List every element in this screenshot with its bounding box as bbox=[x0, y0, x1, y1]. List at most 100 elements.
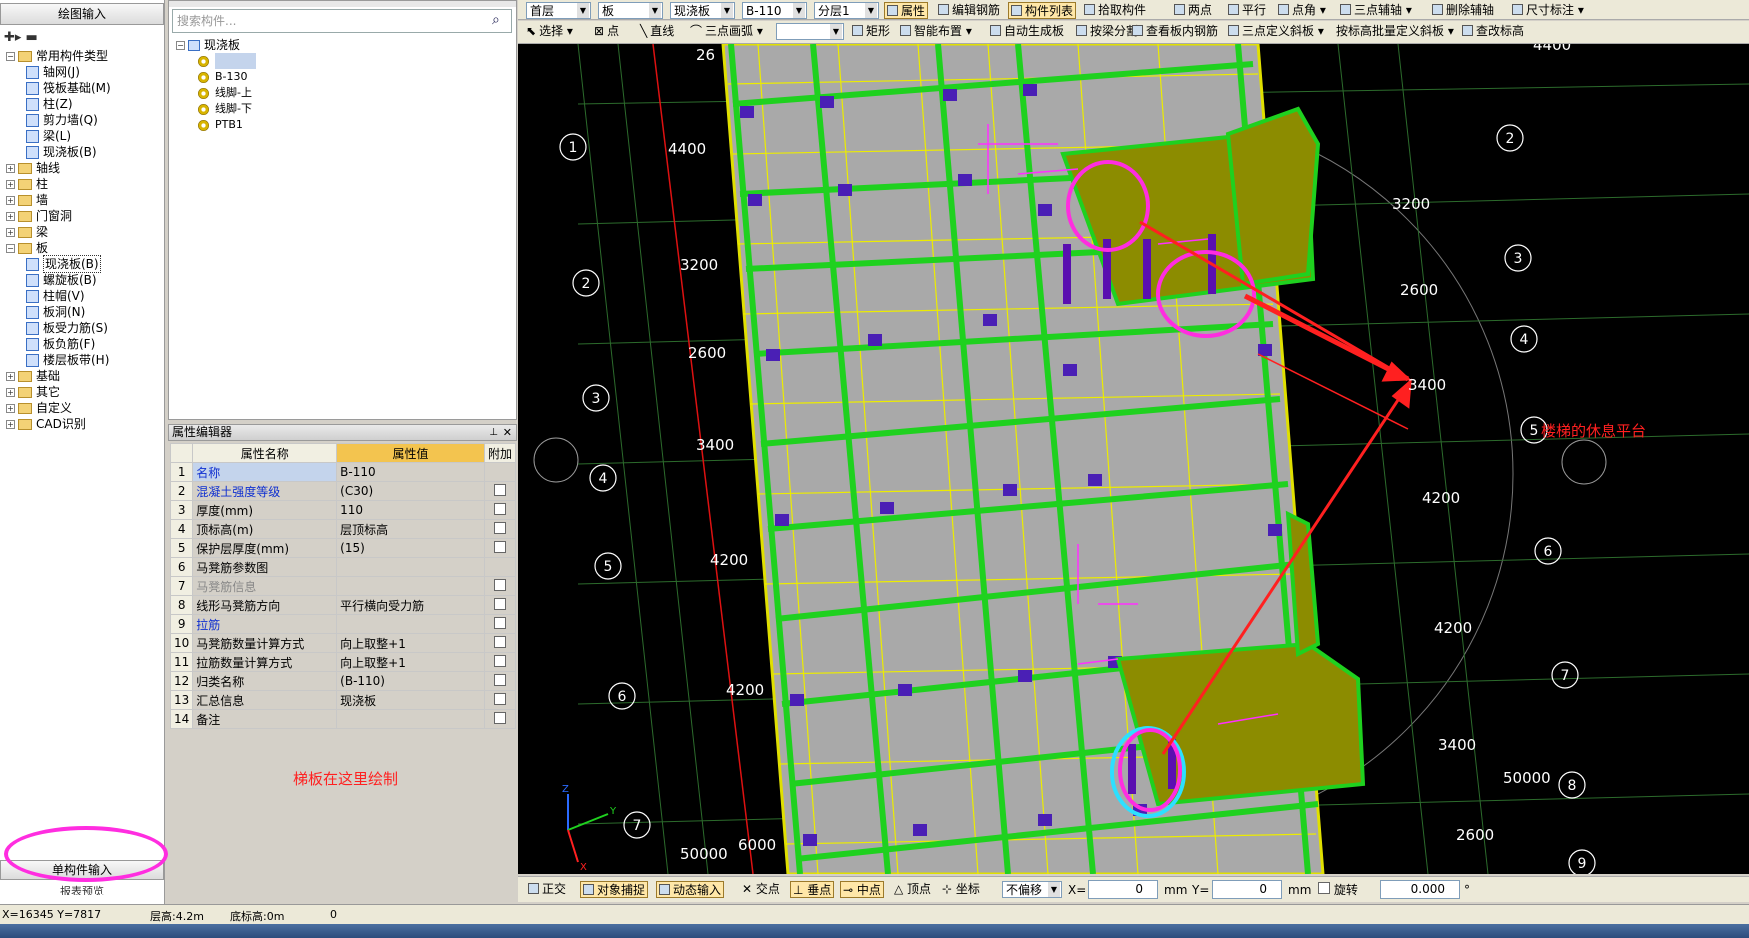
property-value[interactable] bbox=[336, 709, 485, 729]
checkbox[interactable] bbox=[493, 483, 506, 496]
checkbox[interactable] bbox=[493, 692, 506, 705]
tree-folder[interactable]: + 门窗洞 bbox=[6, 208, 164, 224]
checkbox[interactable] bbox=[493, 502, 506, 515]
checkbox[interactable] bbox=[493, 616, 506, 629]
tree-expand-collapse-icons[interactable]: ✚▸ ▬ bbox=[4, 30, 38, 46]
expand-icon[interactable]: + bbox=[6, 211, 15, 221]
tree-item[interactable]: 梁(L) bbox=[6, 128, 164, 144]
property-row[interactable]: 4 顶标高(m) 层顶标高 bbox=[169, 519, 517, 539]
extra-cell[interactable] bbox=[483, 614, 517, 634]
tree-item[interactable]: 轴网(J) bbox=[6, 64, 164, 80]
checkbox[interactable] bbox=[493, 711, 506, 724]
tree-item[interactable]: 板负筋(F) bbox=[6, 336, 164, 352]
tree-folder[interactable]: + 轴线 bbox=[6, 160, 164, 176]
ortho-button[interactable]: 正交 bbox=[528, 881, 566, 898]
close-icon[interactable]: ✕ bbox=[503, 425, 512, 440]
rotate-checkbox[interactable]: 旋转 bbox=[1318, 882, 1358, 899]
delete-axis-button[interactable]: 删除辅轴 bbox=[1432, 2, 1494, 19]
tree-item[interactable]: 现浇板(B) bbox=[6, 255, 164, 273]
collapse-icon[interactable]: − bbox=[6, 243, 15, 253]
properties-button[interactable]: 属性 bbox=[884, 2, 929, 19]
tree-item[interactable]: 板洞(N) bbox=[6, 304, 164, 320]
property-row[interactable]: 2 混凝土强度等级 (C30) bbox=[169, 481, 517, 501]
component-item[interactable]: B-130 bbox=[198, 69, 256, 85]
property-value[interactable]: 110 bbox=[336, 500, 485, 520]
tree-folder[interactable]: + CAD识别 bbox=[6, 416, 164, 432]
tree-folder[interactable]: + 柱 bbox=[6, 176, 164, 192]
drawing-canvas[interactable]: 1 2 3 4 5 6 7 2 3 4 5 6 7 8 9 4400 3200 2600 3400 4200 420… bbox=[518, 44, 1749, 874]
collapse-icon[interactable]: − bbox=[6, 51, 15, 61]
expand-icon[interactable]: + bbox=[6, 371, 15, 381]
property-value[interactable] bbox=[336, 576, 485, 596]
property-value[interactable]: 向上取整+1 bbox=[336, 633, 485, 653]
parallel-button[interactable]: 平行 bbox=[1228, 2, 1266, 19]
extra-cell[interactable] bbox=[483, 709, 517, 729]
property-row[interactable]: 7 马凳筋信息 bbox=[169, 576, 517, 596]
dynamic-input-button[interactable]: 动态输入 bbox=[656, 881, 725, 898]
expand-icon[interactable]: + bbox=[6, 163, 15, 173]
property-value[interactable]: (15) bbox=[336, 538, 485, 558]
property-value[interactable]: 层顶标高 bbox=[336, 519, 485, 539]
search-input[interactable]: 搜索构件... bbox=[172, 9, 512, 33]
expand-icon[interactable]: + bbox=[6, 387, 15, 397]
property-row[interactable]: 9 拉筋 bbox=[169, 614, 517, 634]
floor-plan-3d-view[interactable]: 1 2 3 4 5 6 7 2 3 4 5 6 7 8 9 4400 3200 2600 3400 4200 420… bbox=[518, 44, 1749, 874]
expand-icon[interactable]: + bbox=[6, 227, 15, 237]
type-select[interactable]: 现浇板 bbox=[670, 2, 735, 19]
coordinate-button[interactable]: ⊹ 坐标 bbox=[942, 881, 980, 898]
checkbox[interactable] bbox=[493, 597, 506, 610]
extra-cell[interactable] bbox=[483, 671, 517, 691]
split-by-beam-button[interactable]: 按梁分割 bbox=[1076, 23, 1138, 40]
expand-icon[interactable]: + bbox=[6, 179, 15, 189]
component-root[interactable]: − 现浇板 bbox=[176, 37, 256, 53]
extra-cell[interactable] bbox=[483, 633, 517, 653]
tree-item[interactable]: 筏板基础(M) bbox=[6, 80, 164, 96]
point-angle-button[interactable]: 点角 ▾ bbox=[1278, 2, 1326, 19]
property-row[interactable]: 11 拉筋数量计算方式 向上取整+1 bbox=[169, 652, 517, 672]
tree-item[interactable]: 柱(Z) bbox=[6, 96, 164, 112]
arc-button[interactable]: ⌒ 三点画弧 ▾ bbox=[690, 23, 763, 40]
extra-cell[interactable] bbox=[483, 557, 517, 577]
expand-icon[interactable]: + bbox=[6, 419, 15, 429]
property-row[interactable]: 5 保护层厚度(mm) (15) bbox=[169, 538, 517, 558]
dimension-button[interactable]: 尺寸标注 ▾ bbox=[1512, 2, 1584, 19]
tree-item[interactable]: 楼层板带(H) bbox=[6, 352, 164, 368]
y-input[interactable]: 0 bbox=[1212, 880, 1282, 899]
tree-item[interactable]: 剪力墙(Q) bbox=[6, 112, 164, 128]
pin-icon[interactable]: ⊥ bbox=[489, 425, 498, 440]
edit-rebar-button[interactable]: 编辑钢筋 bbox=[938, 2, 1000, 19]
point-button[interactable]: ⊠ 点 bbox=[594, 23, 619, 40]
property-value[interactable]: (C30) bbox=[336, 481, 485, 501]
property-value[interactable]: 平行横向受力筋 bbox=[336, 595, 485, 615]
view-slab-rebar-button[interactable]: 查看板内钢筋 bbox=[1132, 23, 1218, 40]
extra-cell[interactable] bbox=[483, 576, 517, 596]
checkbox[interactable] bbox=[493, 654, 506, 667]
checkbox[interactable] bbox=[493, 578, 506, 591]
extra-cell[interactable] bbox=[483, 500, 517, 520]
x-input[interactable]: 0 bbox=[1088, 880, 1158, 899]
checkbox[interactable] bbox=[493, 521, 506, 534]
extra-cell[interactable] bbox=[483, 481, 517, 501]
tree-folder[interactable]: − 常用构件类型 bbox=[6, 48, 164, 64]
extra-cell[interactable] bbox=[483, 462, 517, 482]
line-button[interactable]: ╲ 直线 bbox=[640, 23, 674, 40]
three-point-slope-button[interactable]: 三点定义斜板 ▾ bbox=[1228, 23, 1324, 40]
component-item[interactable]: PTB1 bbox=[198, 117, 256, 133]
rotate-input[interactable]: 0.000 bbox=[1380, 880, 1460, 899]
tree-folder[interactable]: + 其它 bbox=[6, 384, 164, 400]
tree-folder[interactable]: + 墙 bbox=[6, 192, 164, 208]
extra-cell[interactable] bbox=[483, 652, 517, 672]
property-value[interactable] bbox=[336, 614, 485, 634]
component-item[interactable]: 线脚-下 bbox=[198, 101, 256, 117]
property-row[interactable]: 13 汇总信息 现浇板 bbox=[169, 690, 517, 710]
property-value[interactable] bbox=[336, 557, 485, 577]
search-icon[interactable]: ⌕ bbox=[492, 12, 500, 28]
report-preview-partial[interactable]: 报表预览 bbox=[60, 883, 104, 895]
extra-cell[interactable] bbox=[483, 519, 517, 539]
draw-input-button[interactable]: 绘图输入 bbox=[0, 3, 164, 25]
extra-cell[interactable] bbox=[483, 595, 517, 615]
intersection-snap-button[interactable]: ✕ 交点 bbox=[742, 881, 780, 898]
arc-option-select[interactable] bbox=[776, 23, 844, 40]
component-select[interactable]: B-110 bbox=[742, 2, 807, 19]
rotate-check-icon[interactable] bbox=[1318, 882, 1330, 894]
